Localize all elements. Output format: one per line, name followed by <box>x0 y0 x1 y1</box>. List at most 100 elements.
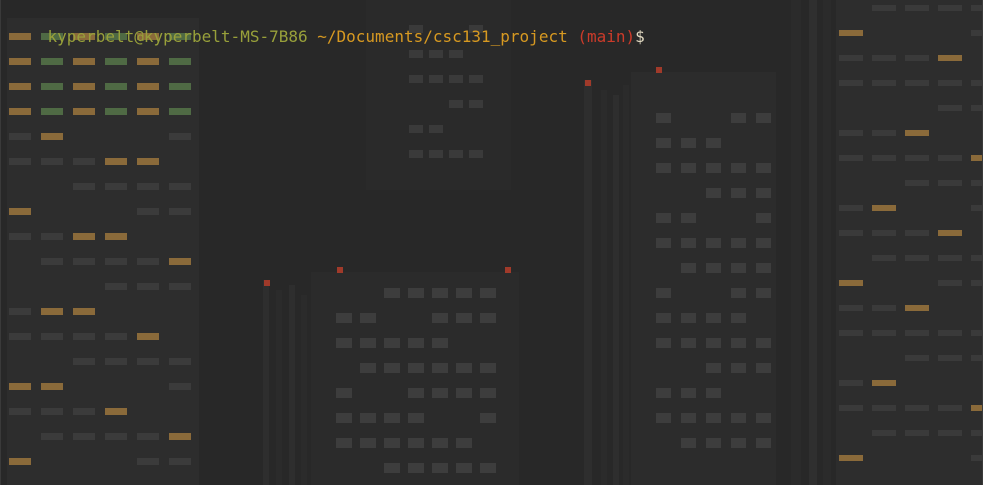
building-window <box>706 438 721 448</box>
building-window <box>681 388 696 398</box>
building-window <box>73 108 95 115</box>
building-window <box>731 113 746 123</box>
building-window <box>905 430 929 436</box>
building-window <box>480 463 496 473</box>
building-window <box>872 130 896 136</box>
building-window <box>872 380 896 386</box>
building-window <box>938 80 962 86</box>
building-window <box>9 383 31 390</box>
building-window <box>872 255 896 261</box>
building-window <box>656 113 671 123</box>
shell-prompt[interactable]: kyperbelt@kyperbelt-MS-7B86 ~/Documents/… <box>9 4 645 67</box>
building-window <box>105 433 127 440</box>
building-window <box>41 383 63 390</box>
building-window <box>839 55 863 61</box>
building-window <box>73 158 95 165</box>
building-window <box>480 313 496 323</box>
building-window <box>73 408 95 415</box>
building-window <box>384 338 400 348</box>
building-middle <box>311 272 519 485</box>
building-window <box>73 83 95 90</box>
building-window <box>681 413 696 423</box>
building-window <box>905 155 929 161</box>
building-window <box>9 233 31 240</box>
building-window <box>971 355 982 361</box>
building-window <box>105 233 127 240</box>
building-window <box>839 305 863 311</box>
building-window <box>41 333 63 340</box>
building-window <box>137 358 159 365</box>
building-center-right <box>631 72 776 485</box>
building-window <box>384 363 400 373</box>
building-window <box>905 305 929 311</box>
building-window <box>905 330 929 336</box>
building-window <box>105 158 127 165</box>
building-window <box>384 288 400 298</box>
building-window <box>756 413 771 423</box>
building-window <box>456 438 472 448</box>
building-window <box>429 150 443 158</box>
building-window <box>971 30 982 36</box>
building-window <box>41 233 63 240</box>
building-window <box>9 333 31 340</box>
building-window <box>449 75 463 83</box>
building-window <box>681 263 696 273</box>
building-window <box>41 408 63 415</box>
building-window <box>41 83 63 90</box>
building-window <box>360 313 376 323</box>
building-window <box>872 405 896 411</box>
building-window <box>336 438 352 448</box>
building-window <box>408 288 424 298</box>
building-window <box>938 55 962 61</box>
building-window <box>756 163 771 173</box>
building-window <box>9 458 31 465</box>
building-window <box>971 255 982 261</box>
building-window <box>938 255 962 261</box>
building-window <box>41 308 63 315</box>
building-window <box>656 413 671 423</box>
prompt-symbol: $ <box>635 27 645 46</box>
building-window <box>480 288 496 298</box>
building-window <box>9 133 31 140</box>
terminal-window[interactable]: kyperbelt@kyperbelt-MS-7B86 ~/Documents/… <box>0 0 983 485</box>
building-window <box>905 355 929 361</box>
building-window <box>872 155 896 161</box>
building-window <box>756 188 771 198</box>
building-window <box>169 133 191 140</box>
building-window <box>408 413 424 423</box>
building-window <box>938 355 962 361</box>
building-window <box>656 338 671 348</box>
building-window <box>105 408 127 415</box>
building-window <box>681 138 696 148</box>
building-window <box>41 158 63 165</box>
building-window <box>137 108 159 115</box>
building-window <box>706 138 721 148</box>
building-window <box>408 463 424 473</box>
building-window <box>456 463 472 473</box>
building-window <box>9 108 31 115</box>
building-window <box>905 130 929 136</box>
building-window <box>169 83 191 90</box>
building-window <box>756 338 771 348</box>
building-window <box>731 413 746 423</box>
building-window <box>169 383 191 390</box>
building-window <box>409 150 423 158</box>
building-window <box>731 238 746 248</box>
building-window <box>73 433 95 440</box>
building-window <box>706 238 721 248</box>
building-window <box>971 105 982 111</box>
building-window <box>971 330 982 336</box>
building-window <box>706 413 721 423</box>
building-window <box>137 433 159 440</box>
building-window <box>336 388 352 398</box>
building-window <box>137 258 159 265</box>
building-window <box>839 380 863 386</box>
beacon-light <box>585 80 591 86</box>
building-window <box>706 313 721 323</box>
building-window <box>656 138 671 148</box>
building-window <box>938 280 962 286</box>
building-window <box>449 100 463 108</box>
building-window <box>336 413 352 423</box>
building-window <box>706 163 721 173</box>
building-window <box>756 263 771 273</box>
